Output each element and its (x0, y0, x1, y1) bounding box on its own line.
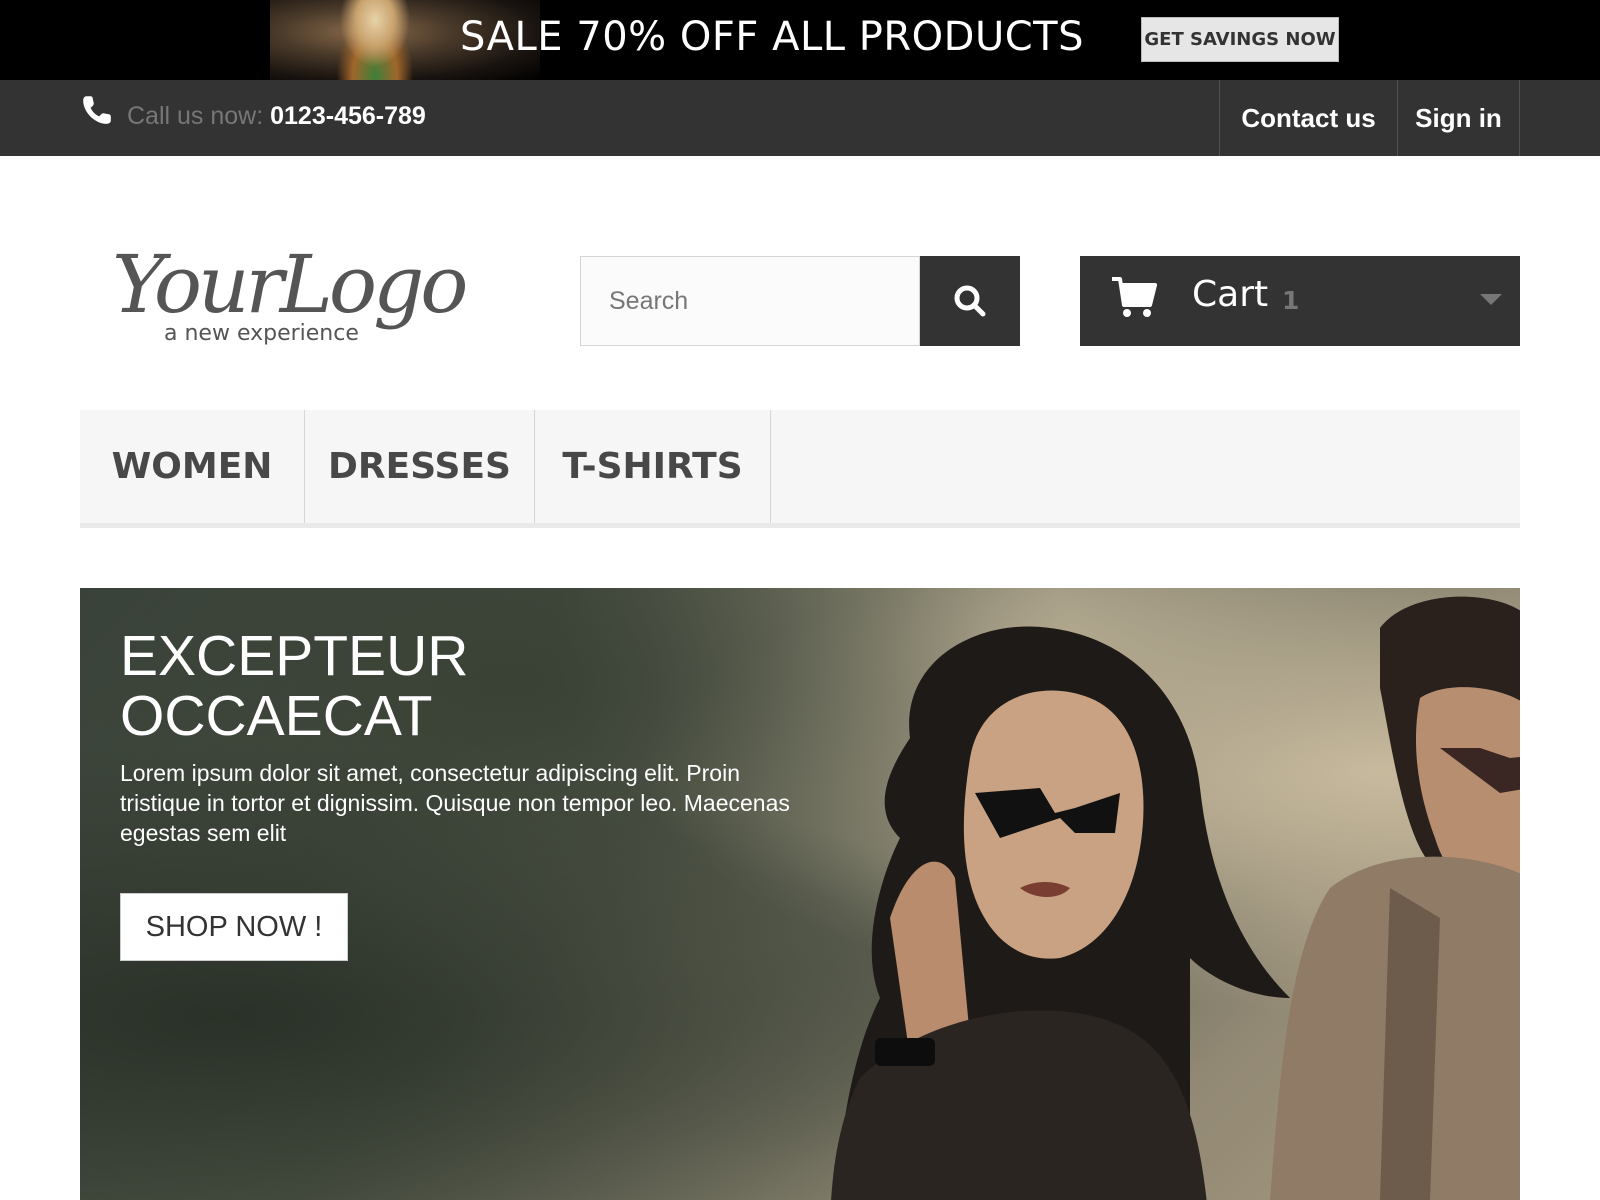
shop-now-button[interactable]: SHOP NOW ! (120, 893, 348, 961)
contact-us-link[interactable]: Contact us (1219, 80, 1397, 156)
menu-item-tshirts[interactable]: T-SHIRTS (535, 410, 771, 523)
menu-item-women[interactable]: WOMEN (80, 410, 305, 523)
promo-model-image (330, 0, 420, 80)
cart-count: 1 (1282, 286, 1300, 315)
get-savings-button[interactable]: GET SAVINGS NOW (1141, 17, 1339, 62)
search-icon (954, 285, 986, 317)
phone-number: 0123-456-789 (270, 102, 426, 130)
hero-slider[interactable]: EXCEPTEUR OCCAECAT Lorem ipsum dolor sit… (80, 588, 1520, 1200)
cart-label: Cart (1192, 274, 1269, 315)
promo-text: SALE 70% OFF ALL PRODUCTS (460, 14, 1084, 60)
logo-text: YourLogo (112, 240, 465, 331)
search-input[interactable] (580, 256, 920, 346)
menu-item-dresses[interactable]: DRESSES (305, 410, 535, 523)
hero-description: Lorem ipsum dolor sit amet, consectetur … (120, 760, 790, 846)
call-label: Call us now: (127, 102, 271, 130)
cart-icon (1112, 277, 1157, 317)
promo-banner[interactable]: SALE 70% OFF ALL PRODUCTS GET SAVINGS NO… (0, 0, 1600, 80)
sign-in-link[interactable]: Sign in (1397, 80, 1520, 156)
category-menu: WOMEN DRESSES T-SHIRTS (80, 410, 1520, 528)
search-button[interactable] (920, 256, 1020, 346)
hero-title: EXCEPTEUR OCCAECAT (120, 624, 469, 748)
caret-down-icon (1480, 294, 1502, 305)
hero-man-image (1270, 596, 1520, 1200)
hero-woman-image (831, 626, 1290, 1200)
logo-tagline: a new experience (164, 321, 359, 346)
call-us-text: Call us now: 0123-456-789 (127, 102, 426, 131)
site-logo[interactable]: YourLogo a new experience (112, 240, 472, 350)
cart-button[interactable]: Cart 1 (1080, 256, 1520, 346)
phone-icon (83, 96, 111, 124)
